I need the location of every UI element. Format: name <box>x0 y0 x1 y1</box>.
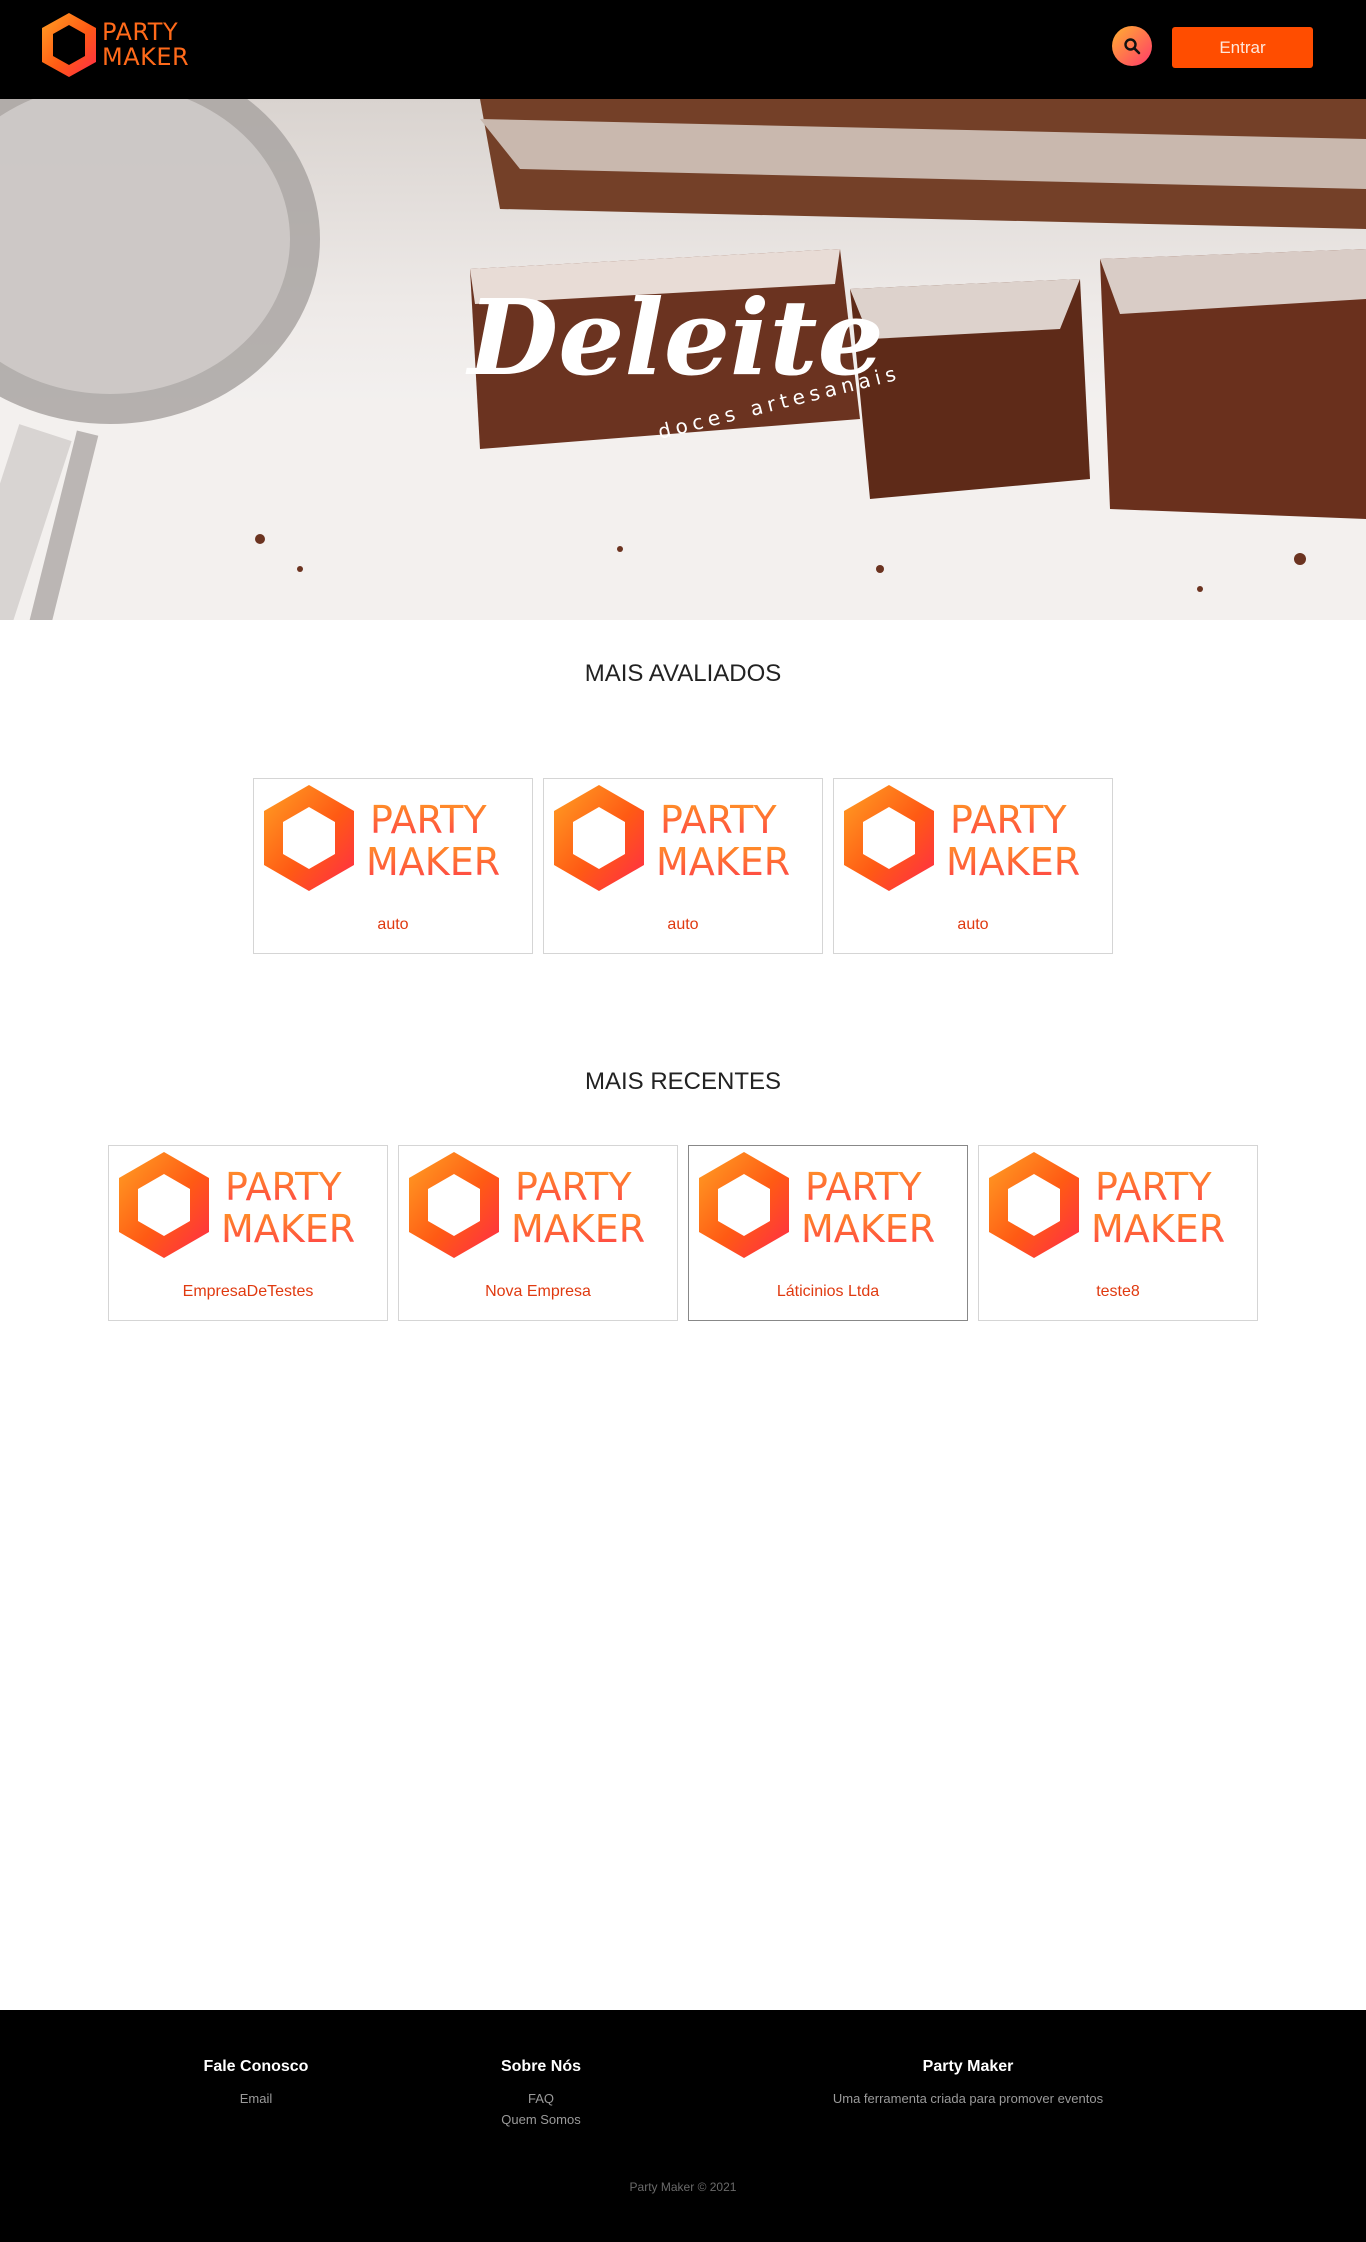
recent-card[interactable]: PARTY MAKER EmpresaDeTestes <box>108 1145 388 1321</box>
recent-card[interactable]: PARTY MAKER teste8 <box>978 1145 1258 1321</box>
svg-text:MAKER: MAKER <box>656 840 790 884</box>
svg-text:MAKER: MAKER <box>946 840 1080 884</box>
party-maker-logo-icon: PARTY MAKER <box>989 1152 1225 1258</box>
top-navbar: PARTY MAKER Entrar <box>0 0 1366 99</box>
brand-line2: MAKER <box>102 43 190 71</box>
top-rated-card[interactable]: PARTY MAKER auto <box>253 778 533 954</box>
svg-text:PARTY: PARTY <box>515 1165 632 1209</box>
hero-image: Deleite doces artesanais <box>0 99 1366 620</box>
card-name: Láticinios Ltda <box>776 1283 880 1300</box>
footer-link-email[interactable]: Email <box>156 2088 356 2109</box>
top-rated-card[interactable]: PARTY MAKER auto <box>543 778 823 954</box>
svg-text:PARTY: PARTY <box>805 1165 922 1209</box>
hero-banner: Deleite doces artesanais <box>0 99 1366 620</box>
party-maker-logo-icon: PARTY MAKER <box>409 1152 645 1258</box>
footer-contact: Fale Conosco Email <box>156 2058 356 2109</box>
svg-text:MAKER: MAKER <box>801 1207 935 1251</box>
footer-brand-text: Uma ferramenta criada para promover even… <box>832 2091 1104 2106</box>
search-button[interactable] <box>1112 26 1152 66</box>
party-maker-logo-icon: PARTY MAKER <box>264 785 500 891</box>
card-name: auto <box>377 916 409 933</box>
top-rated-title: MAIS AVALIADOS <box>584 660 782 687</box>
recent-title: MAIS RECENTES <box>584 1068 782 1095</box>
svg-text:PARTY: PARTY <box>1095 1165 1212 1209</box>
svg-text:PARTY: PARTY <box>660 798 777 842</box>
search-icon <box>1124 38 1141 55</box>
party-maker-logo-icon: PARTY MAKER <box>554 785 790 891</box>
footer-about-title: Sobre Nós <box>500 2058 581 2075</box>
svg-text:PARTY: PARTY <box>950 798 1067 842</box>
svg-text:PARTY: PARTY <box>225 1165 342 1209</box>
brand-line1: PARTY <box>102 18 179 46</box>
footer-brand-title: Party Maker <box>922 2058 1014 2075</box>
footer-brand: Party Maker Uma ferramenta criada para p… <box>788 2058 1148 2109</box>
party-maker-logo-icon: PARTY MAKER <box>844 785 1080 891</box>
footer-about: Sobre Nós FAQ Quem Somos <box>441 2058 641 2130</box>
card-name: auto <box>957 916 989 933</box>
recent-card[interactable]: PARTY MAKER Nova Empresa <box>398 1145 678 1321</box>
card-name: teste8 <box>1096 1283 1140 1300</box>
svg-text:MAKER: MAKER <box>1091 1207 1225 1251</box>
footer-link-faq[interactable]: FAQ <box>441 2088 641 2109</box>
copyright: Party Maker © 2021 <box>629 2180 737 2194</box>
card-name: auto <box>667 916 699 933</box>
top-rated-card[interactable]: PARTY MAKER auto <box>833 778 1113 954</box>
footer: Fale Conosco Email Sobre Nós FAQ Quem So… <box>0 2010 1366 2242</box>
card-name: Nova Empresa <box>485 1283 591 1300</box>
svg-text:MAKER: MAKER <box>511 1207 645 1251</box>
footer-contact-title: Fale Conosco <box>203 2058 309 2075</box>
party-maker-logo-icon: PARTY MAKER <box>119 1152 355 1258</box>
svg-text:MAKER: MAKER <box>221 1207 355 1251</box>
svg-text:PARTY: PARTY <box>370 798 487 842</box>
hexagon-logo-icon <box>42 13 96 77</box>
party-maker-logo-icon: PARTY MAKER <box>699 1152 935 1258</box>
card-name: EmpresaDeTestes <box>182 1283 314 1300</box>
recent-card[interactable]: PARTY MAKER Láticinios Ltda <box>688 1145 968 1321</box>
footer-link-about-us[interactable]: Quem Somos <box>441 2109 641 2130</box>
brand-wordmark: PARTY MAKER <box>102 20 189 70</box>
brand-logo[interactable]: PARTY MAKER <box>38 10 189 80</box>
login-button[interactable]: Entrar <box>1172 27 1313 68</box>
svg-text:MAKER: MAKER <box>366 840 500 884</box>
